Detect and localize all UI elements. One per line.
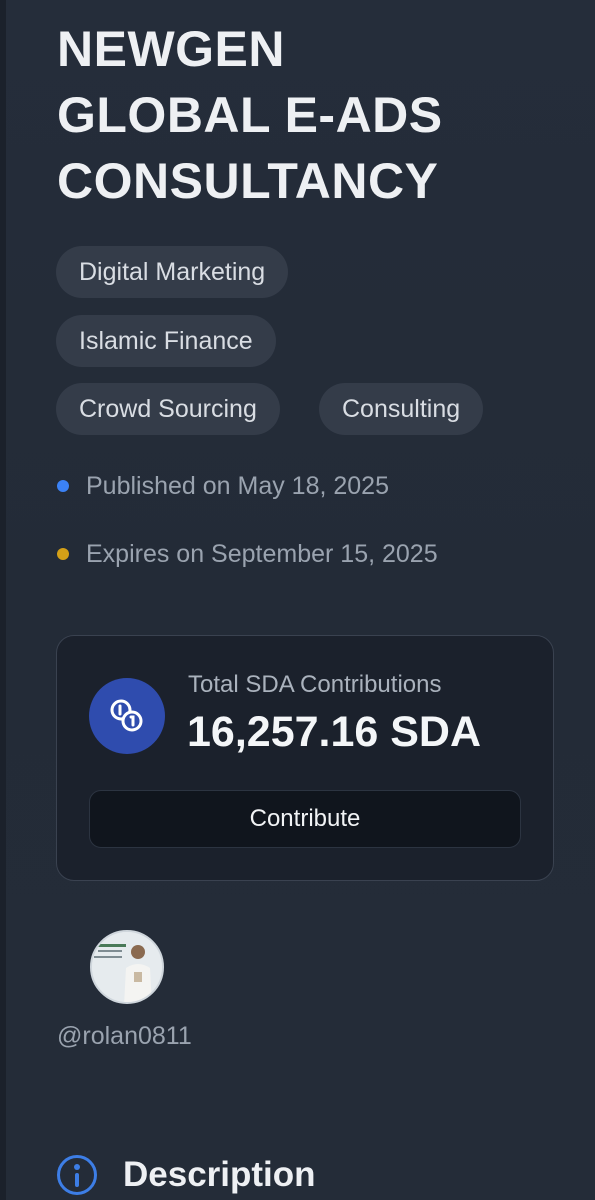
contributions-card: Total SDA Contributions 16,257.16 SDA Co… xyxy=(56,635,554,881)
tag-digital-marketing[interactable]: Digital Marketing xyxy=(56,246,289,298)
title-line-3: CONSULTANCY xyxy=(57,153,439,209)
published-date: Published on May 18, 2025 xyxy=(86,471,389,500)
tag-crowd-sourcing[interactable]: Crowd Sourcing xyxy=(56,383,280,435)
page-title: NEWGEN GLOBAL E-ADS CONSULTANCY xyxy=(57,16,577,214)
author-username[interactable]: @rolan0811 xyxy=(57,1022,192,1051)
description-title: Description xyxy=(123,1155,316,1194)
contribute-button[interactable]: Contribute xyxy=(89,790,521,848)
user-avatar[interactable] xyxy=(90,930,164,1004)
page: NEWGEN GLOBAL E-ADS CONSULTANCY Digital … xyxy=(0,0,595,1200)
description-header: Description xyxy=(57,1150,316,1200)
contributions-value: 16,257.16 SDA xyxy=(187,708,482,756)
title-line-1: NEWGEN xyxy=(57,21,285,77)
expires-row: Expires on September 15, 2025 xyxy=(57,537,438,571)
contributions-label: Total SDA Contributions xyxy=(188,671,442,698)
expires-dot-icon xyxy=(57,548,69,560)
tag-consulting[interactable]: Consulting xyxy=(319,383,484,435)
tag-islamic-finance[interactable]: Islamic Finance xyxy=(56,315,276,367)
published-dot-icon xyxy=(57,480,69,492)
expires-date: Expires on September 15, 2025 xyxy=(86,539,438,568)
coins-icon xyxy=(89,678,165,754)
title-line-2: GLOBAL E-ADS xyxy=(57,87,443,143)
published-row: Published on May 18, 2025 xyxy=(57,469,389,503)
info-icon xyxy=(57,1155,97,1195)
window-edge xyxy=(0,0,6,1200)
